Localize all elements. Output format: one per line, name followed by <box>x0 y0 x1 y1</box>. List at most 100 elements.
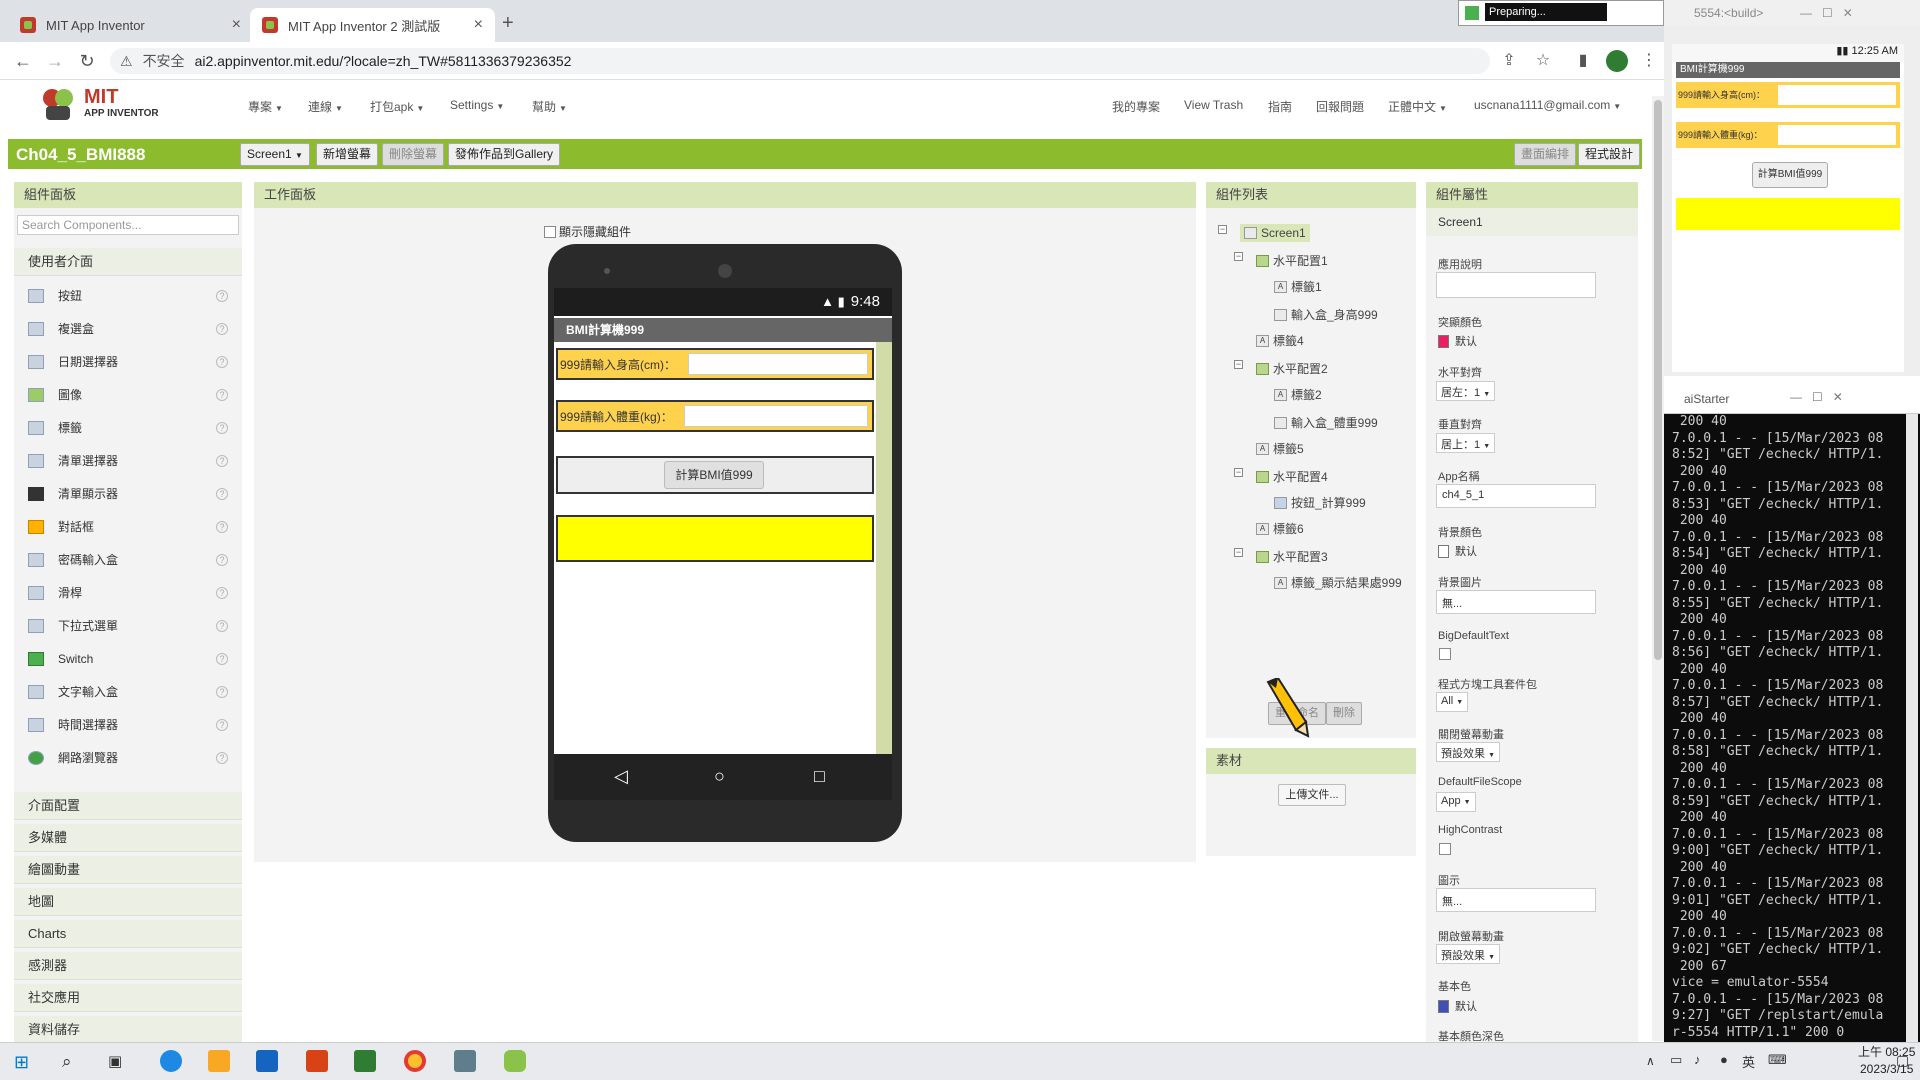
task-view-icon[interactable]: ▣ <box>108 1052 122 1070</box>
default-filescope-select[interactable]: App ▼ <box>1436 792 1476 812</box>
tree-item-calc-button[interactable]: 按鈕_計算999 <box>1274 494 1366 511</box>
reload-icon[interactable]: ↻ <box>76 50 98 72</box>
tree-item-arrangement2[interactable]: 水平配置2 <box>1256 360 1328 377</box>
high-contrast-checkbox[interactable] <box>1439 843 1451 855</box>
tree-item-screen1[interactable]: Screen1 <box>1240 224 1310 242</box>
palette-item-timepicker[interactable]: 時間選擇器? <box>14 708 242 741</box>
collapse-icon[interactable]: − <box>1234 468 1243 477</box>
collapse-icon[interactable]: − <box>1234 360 1243 369</box>
share-icon[interactable]: ⇪ <box>1500 52 1518 70</box>
palette-item-notifier[interactable]: 對話框? <box>14 510 242 543</box>
close-tab-icon[interactable]: × <box>474 16 483 34</box>
help-icon[interactable]: ? <box>216 718 228 731</box>
menu-view-trash[interactable]: View Trash <box>1184 98 1243 112</box>
palette-section-media[interactable]: 多媒體 <box>14 824 242 852</box>
help-icon[interactable]: ? <box>216 487 228 500</box>
keyboard-icon[interactable]: ⌨ <box>1768 1052 1787 1068</box>
recent-square-icon[interactable]: □ <box>814 766 825 787</box>
menu-settings[interactable]: Settings ▼ <box>450 98 504 112</box>
notification-icon[interactable]: ▢ <box>1896 1052 1909 1069</box>
tree-item-label1[interactable]: A 標籤1 <box>1274 278 1322 295</box>
help-icon[interactable]: ? <box>216 685 228 698</box>
component-search-input[interactable]: Search Components... <box>17 215 239 235</box>
palette-section-user-interface[interactable]: 使用者介面 <box>14 248 242 276</box>
palette-item-checkbox[interactable]: 複選盒? <box>14 312 242 345</box>
palette-item-label[interactable]: 標籤? <box>14 411 242 444</box>
palette-section-storage[interactable]: 資料儲存 <box>14 1016 242 1044</box>
url-field[interactable]: ⚠ 不安全 ai2.appinventor.mit.edu/?locale=zh… <box>110 48 1490 74</box>
help-icon[interactable]: ? <box>216 355 228 368</box>
horizontal-arrangement-3[interactable] <box>556 515 874 562</box>
palette-section-drawing[interactable]: 繪圖動畫 <box>14 856 242 884</box>
horizontal-arrangement-1[interactable]: 999請輸入身高(cm)： <box>556 348 874 380</box>
tree-item-arrangement3[interactable]: 水平配置3 <box>1256 548 1328 565</box>
menu-help[interactable]: 幫助 ▼ <box>532 98 567 115</box>
home-circle-icon[interactable]: ○ <box>714 766 725 787</box>
collapse-icon[interactable]: − <box>1218 225 1227 234</box>
terminal-scrollbar[interactable] <box>1906 414 1918 1042</box>
bg-color-picker[interactable]: 默认 <box>1438 543 1477 559</box>
remove-screen-button[interactable]: 刪除螢幕 <box>382 143 445 166</box>
emulator-calc-button[interactable]: 計算BMI值999 <box>1752 162 1828 188</box>
windows-start-icon[interactable]: ⊞ <box>14 1052 29 1073</box>
icon-picker[interactable]: 無... <box>1436 888 1596 912</box>
palette-section-charts[interactable]: Charts <box>14 920 242 948</box>
menu-my-projects[interactable]: 我的專案 <box>1112 98 1160 115</box>
aistarter-window-controls[interactable]: — ☐ ✕ <box>1790 390 1843 404</box>
file-explorer-icon[interactable] <box>208 1050 230 1072</box>
tree-item-result-label[interactable]: A 標籤_顯示結果處999 <box>1274 574 1402 591</box>
app-title-bar[interactable]: BMI計算機999 <box>554 318 892 342</box>
help-icon[interactable]: ? <box>216 619 228 632</box>
tree-item-arrangement1[interactable]: 水平配置1 <box>1256 252 1328 269</box>
about-screen-textarea[interactable] <box>1436 272 1596 298</box>
weight-label[interactable]: 999請輸入體重(kg)： <box>560 408 673 425</box>
height-textbox[interactable] <box>688 353 868 375</box>
microphone-icon[interactable]: ● <box>1720 1052 1728 1067</box>
emulator-height-row[interactable]: 999請輸入身高(cm)： <box>1676 82 1900 108</box>
bg-image-picker[interactable]: 無... <box>1436 590 1596 614</box>
menu-connect[interactable]: 連線 ▼ <box>308 98 343 115</box>
blocks-button[interactable]: 程式設計 <box>1578 143 1641 166</box>
help-icon[interactable]: ? <box>216 520 228 533</box>
tree-item-height-textbox[interactable]: 輸入盒_身高999 <box>1274 306 1378 323</box>
edge-icon[interactable] <box>160 1050 182 1072</box>
help-icon[interactable]: ? <box>216 322 228 335</box>
palette-section-social[interactable]: 社交應用 <box>14 984 242 1012</box>
menu-language[interactable]: 正體中文 ▼ <box>1388 98 1447 115</box>
screen-select[interactable]: Screen1 ▼ <box>240 143 310 166</box>
big-default-text-checkbox[interactable] <box>1439 648 1451 660</box>
palette-item-webviewer[interactable]: 網路瀏覽器? <box>14 741 242 774</box>
network-icon[interactable]: ▭ <box>1670 1052 1682 1068</box>
browser-tab[interactable]: MIT App Inventor × <box>8 8 253 42</box>
search-icon[interactable]: ⌕ <box>62 1052 72 1072</box>
back-icon[interactable]: ← <box>12 50 34 72</box>
close-animation-select[interactable]: 預設效果 ▼ <box>1436 742 1500 762</box>
profile-avatar[interactable] <box>1606 50 1628 72</box>
mit-app-inventor-logo[interactable]: MIT APP INVENTOR <box>38 84 168 124</box>
menu-guide[interactable]: 指南 <box>1268 98 1292 115</box>
bookmark-star-icon[interactable]: ☆ <box>1534 52 1552 70</box>
help-icon[interactable]: ? <box>216 454 228 467</box>
emulator-height-input[interactable] <box>1778 85 1896 105</box>
app-name-input[interactable]: ch4_5_1 <box>1436 484 1596 508</box>
palette-item-listpicker[interactable]: 清單選擇器? <box>14 444 242 477</box>
page-scrollbar-thumb[interactable] <box>1654 100 1662 660</box>
collapse-icon[interactable]: − <box>1234 548 1243 557</box>
tree-item-weight-textbox[interactable]: 輸入盒_體重999 <box>1274 414 1378 431</box>
browser-tab-active[interactable]: MIT App Inventor 2 測試版 × <box>250 8 495 42</box>
back-triangle-icon[interactable]: ◁ <box>614 766 628 787</box>
add-screen-button[interactable]: 新增螢幕 <box>316 143 379 166</box>
palette-item-image[interactable]: 圖像? <box>14 378 242 411</box>
help-icon[interactable]: ? <box>216 388 228 401</box>
help-icon[interactable]: ? <box>216 652 228 665</box>
help-icon[interactable]: ? <box>216 751 228 764</box>
close-tab-icon[interactable]: × <box>232 16 241 34</box>
open-animation-select[interactable]: 預設效果 ▼ <box>1436 944 1500 964</box>
help-icon[interactable]: ? <box>216 553 228 566</box>
palette-section-sensors[interactable]: 感測器 <box>14 952 242 980</box>
weight-textbox[interactable] <box>684 405 868 427</box>
photos-icon[interactable] <box>454 1050 476 1072</box>
tree-item-label4[interactable]: A 標籤4 <box>1256 332 1304 349</box>
accent-color-picker[interactable]: 默认 <box>1438 333 1477 349</box>
menu-build[interactable]: 打包apk ▼ <box>370 98 424 115</box>
